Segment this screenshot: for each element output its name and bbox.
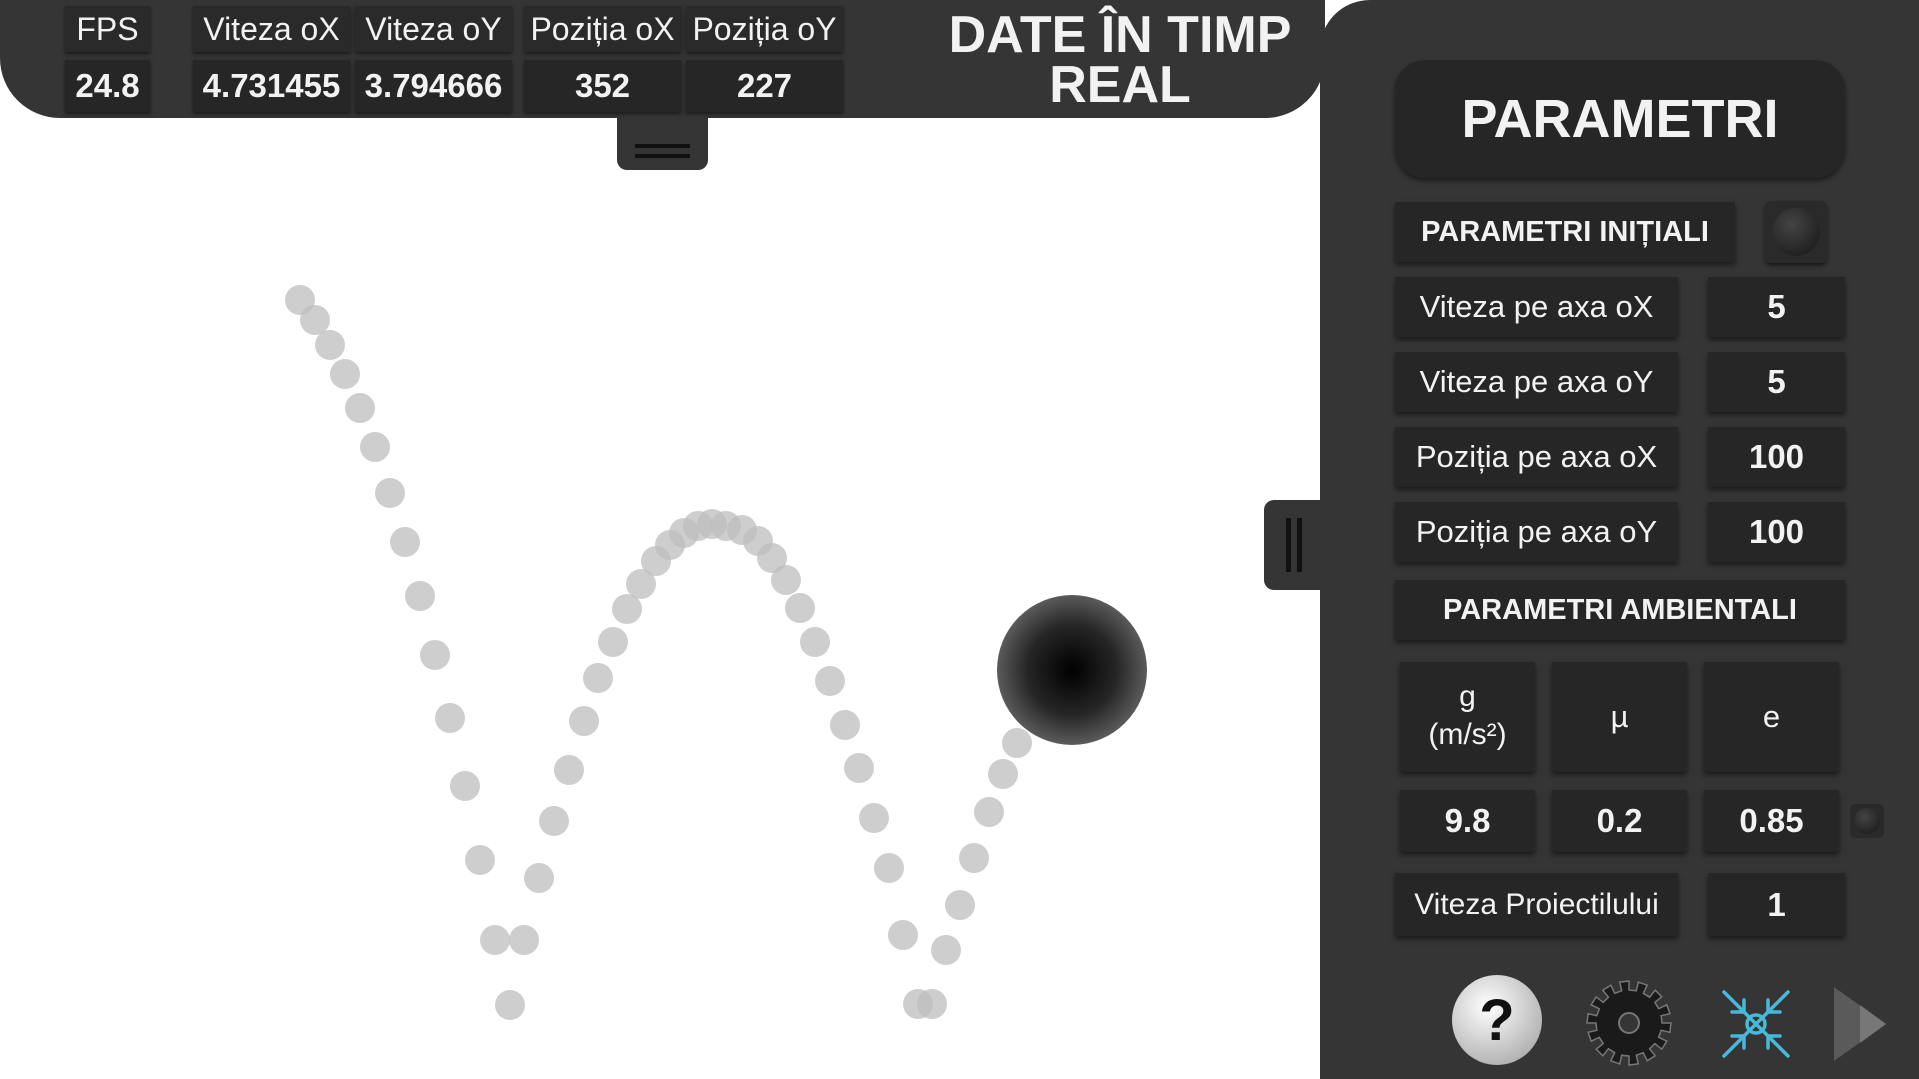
input-restitution[interactable]: 0.85: [1704, 790, 1839, 852]
label-friction: µ: [1552, 662, 1687, 772]
trajectory-dot: [480, 925, 510, 955]
trajectory-dot: [931, 935, 961, 965]
label-gravity-symbol: g: [1459, 680, 1476, 713]
input-projectile-speed[interactable]: 1: [1708, 873, 1845, 936]
input-velocity-y[interactable]: 5: [1708, 352, 1845, 412]
initial-params-header: PARAMETRI INIȚIALI: [1395, 202, 1735, 262]
trajectory-dot: [539, 806, 569, 836]
trajectory-dot: [465, 845, 495, 875]
gear-icon[interactable]: [1584, 978, 1674, 1068]
trajectory-dot: [800, 627, 830, 657]
trajectory-dot: [1002, 728, 1032, 758]
trajectory-dot: [524, 863, 554, 893]
trajectory-dot: [959, 843, 989, 873]
stat-label: FPS: [65, 6, 150, 52]
stat-value: 227: [686, 60, 843, 112]
trajectory-dot: [554, 755, 584, 785]
trajectory-dot: [785, 593, 815, 623]
input-velocity-x[interactable]: 5: [1708, 277, 1845, 337]
trajectory-dot: [771, 565, 801, 595]
trajectory-dot: [390, 527, 420, 557]
toggle-knob: [1854, 808, 1880, 834]
label-restitution: e: [1704, 662, 1839, 772]
simulation-canvas[interactable]: [0, 118, 1320, 1079]
stat-value: 24.8: [65, 60, 150, 112]
trajectory-dot: [300, 305, 330, 335]
ambient-params-toggle[interactable]: [1850, 804, 1884, 838]
stat-label: Poziția oX: [524, 6, 681, 52]
trajectory-dot: [405, 581, 435, 611]
trajectory-dot: [988, 759, 1018, 789]
label-gravity: g (m/s²): [1400, 662, 1535, 772]
stat-label: Viteza oY: [355, 6, 512, 52]
trajectory-dot: [874, 853, 904, 883]
trajectory-dot: [330, 359, 360, 389]
realtime-data-bar: FPS 24.8 Viteza oX 4.731455 Viteza oY 3.…: [0, 0, 1325, 118]
label-position-y: Poziția pe axa oY: [1395, 502, 1678, 562]
label-gravity-unit: (m/s²): [1428, 718, 1507, 751]
panel-title: PARAMETRI: [1395, 60, 1845, 178]
toggle-knob: [1772, 208, 1820, 256]
handle-line: [1286, 518, 1291, 572]
trajectory-layer: [285, 285, 1147, 1020]
trajectory-dot: [420, 640, 450, 670]
trajectory-dot: [888, 920, 918, 950]
realtime-title-line2: REAL: [1049, 56, 1191, 114]
stat-label: Viteza oX: [193, 6, 350, 52]
projectile-ball: [997, 595, 1147, 745]
trajectory-dot: [450, 771, 480, 801]
trajectory-dot: [598, 627, 628, 657]
trajectory-dot: [974, 797, 1004, 827]
realtime-title-line1: DATE ÎN TIMP: [948, 6, 1292, 64]
trajectory-dot: [360, 432, 390, 462]
input-gravity[interactable]: 9.8: [1400, 790, 1535, 852]
label-projectile-speed: Viteza Proiectilului: [1395, 873, 1678, 936]
label-velocity-x: Viteza pe axa oX: [1395, 277, 1678, 337]
panel-drag-handle[interactable]: [1264, 500, 1326, 590]
trajectory-dot: [830, 710, 860, 740]
trajectory-dot: [917, 989, 947, 1019]
help-icon[interactable]: ?: [1452, 975, 1542, 1065]
parameters-panel: PARAMETRI PARAMETRI INIȚIALI Viteza pe a…: [1320, 0, 1919, 1079]
handle-line: [1297, 518, 1302, 572]
stat-value: 4.731455: [193, 60, 350, 112]
input-position-x[interactable]: 100: [1708, 427, 1845, 487]
trajectory-dot: [495, 990, 525, 1020]
initial-params-toggle[interactable]: [1765, 201, 1827, 263]
trajectory-dot: [815, 666, 845, 696]
trajectory-dot: [569, 706, 599, 736]
input-friction[interactable]: 0.2: [1552, 790, 1687, 852]
stat-value: 3.794666: [355, 60, 512, 112]
stat-value: 352: [524, 60, 681, 112]
ambient-params-header: PARAMETRI AMBIENTALI: [1395, 580, 1845, 640]
trajectory-dot: [435, 703, 465, 733]
trajectory-dot: [375, 478, 405, 508]
play-arrow-icon[interactable]: [1830, 983, 1902, 1065]
stat-label: Poziția oY: [686, 6, 843, 52]
trajectory-dot: [345, 393, 375, 423]
label-velocity-y: Viteza pe axa oY: [1395, 352, 1678, 412]
realtime-title: DATE ÎN TIMP REAL: [905, 6, 1335, 114]
trajectory-dot: [844, 753, 874, 783]
trajectory-dot: [945, 890, 975, 920]
label-position-x: Poziția pe axa oX: [1395, 427, 1678, 487]
input-position-y[interactable]: 100: [1708, 502, 1845, 562]
trajectory-dot: [583, 663, 613, 693]
collapse-arrows-icon[interactable]: [1716, 984, 1796, 1064]
trajectory-dot: [315, 330, 345, 360]
trajectory-dot: [859, 803, 889, 833]
trajectory-dot: [509, 925, 539, 955]
